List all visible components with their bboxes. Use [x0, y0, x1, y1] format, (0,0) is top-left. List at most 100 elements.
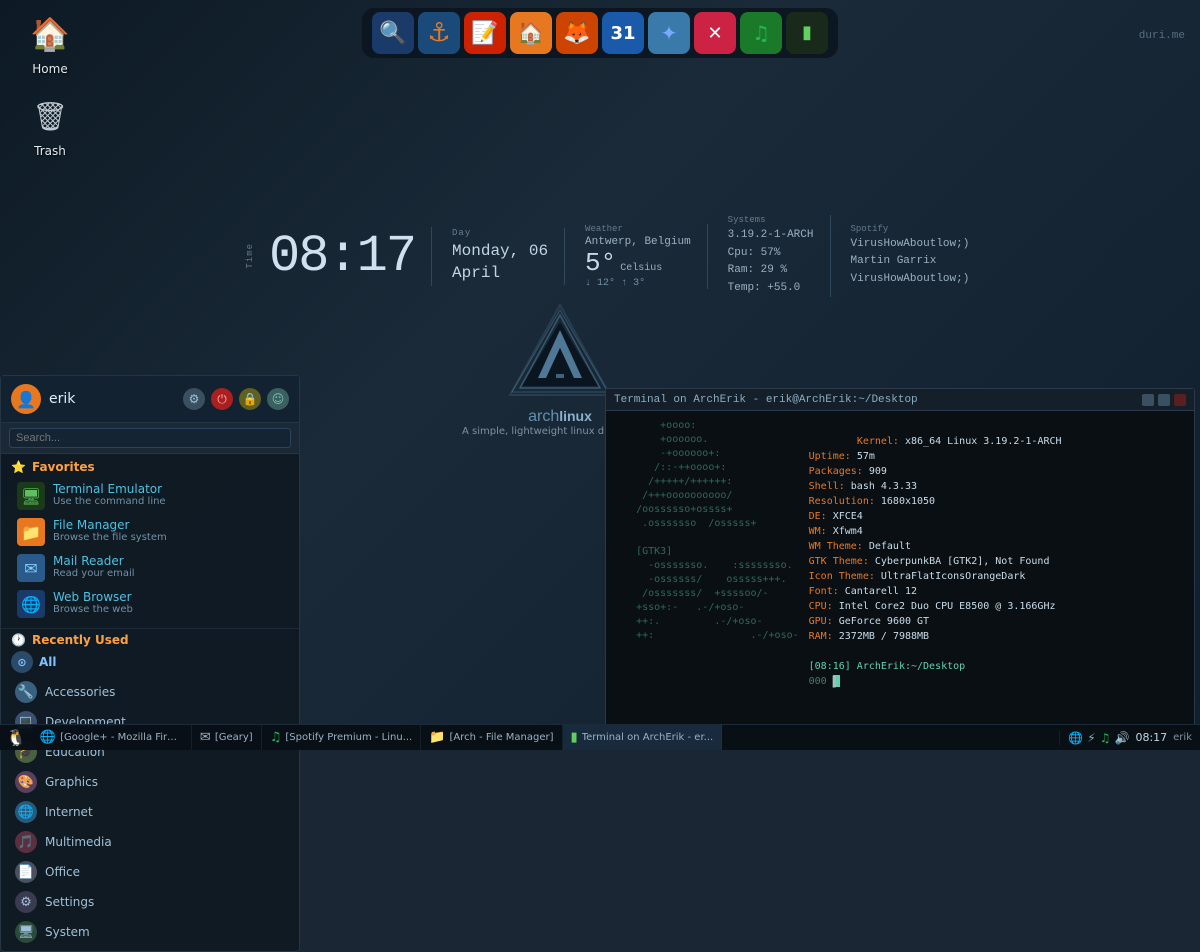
terminal-ascii-art: +oooo: +oooooo. -+oooooo+: /::-++oooo+: … [612, 415, 799, 743]
taskbar-username: erik [1173, 732, 1192, 743]
office-label: Office [45, 865, 80, 879]
filemanager-desc: Browse the file system [53, 532, 167, 543]
app-menu-logout-btn[interactable]: ⏻ [211, 388, 233, 410]
mailreader-desc: Read your email [53, 568, 135, 579]
conky-weather-label: Weather [585, 224, 623, 234]
terminal-minimize-btn[interactable] [1142, 394, 1154, 406]
cat-multimedia[interactable]: 🎵 Multimedia [11, 827, 289, 857]
start-icon: 🐧 [6, 728, 26, 747]
cat-office[interactable]: 📄 Office [11, 857, 289, 887]
app-webbrowser[interactable]: 🌐 Web Browser Browse the web [11, 586, 289, 622]
graphics-label: Graphics [45, 775, 98, 789]
tray-icon-network[interactable]: 🌐 [1068, 731, 1083, 745]
cat-graphics[interactable]: 🎨 Graphics [11, 767, 289, 797]
app-menu-lock-btn[interactable]: 🔒 [239, 388, 261, 410]
desktop: 🔍 ⚓ 📝 🏠 🦊 31 ✦ ✕ ♫ ▮ duri.me 🏠 Home 🗑 Tr… [0, 0, 1200, 750]
app-terminal[interactable]: 🖥 Terminal Emulator Use the command line [11, 478, 289, 514]
conky-spotify-label: Spotify [851, 224, 889, 234]
taskbar-start[interactable]: 🐧 [0, 728, 32, 747]
dock-app6[interactable]: ✦ [648, 12, 690, 54]
favorites-section[interactable]: ⭐ Favorites [11, 460, 289, 474]
tray-icon-spotify-tray[interactable]: ♫ [1100, 731, 1111, 745]
tray-icon-volume[interactable]: 🔊 [1115, 731, 1130, 745]
app-menu-settings-btn[interactable]: ⚙ [183, 388, 205, 410]
terminal-task-icon: ▮ [571, 730, 578, 745]
dock-calendar[interactable]: 31 [602, 12, 644, 54]
terminal-icon: 🖥 [17, 482, 45, 510]
terminal-title: Terminal on ArchErik - erik@ArchErik:~/D… [614, 394, 918, 406]
taskbar-task-spotify[interactable]: ♫ [Spotify Premium - Linu... [262, 725, 422, 750]
internet-icon: 🌐 [15, 801, 37, 823]
app-menu-close-btn[interactable]: ☺ [267, 388, 289, 410]
taskbar: 🐧 🌐 [Google+ - Mozilla Firef... ✉ [Geary… [0, 724, 1200, 750]
taskbar-task-firefox[interactable]: 🌐 [Google+ - Mozilla Firef... [32, 725, 192, 750]
desktop-icon-trash[interactable]: 🗑 Trash [10, 92, 90, 158]
terminal-controls [1142, 394, 1186, 406]
dock-app7[interactable]: ✕ [694, 12, 736, 54]
app-menu-favorites: ⭐ Favorites 🖥 Terminal Emulator Use the … [1, 454, 299, 628]
taskbar-task-terminal[interactable]: ▮ Terminal on ArchErik - er... [563, 725, 723, 750]
conky-spotify-info: VirusHowAboutlow;) Martin Garrix VirusHo… [851, 236, 970, 289]
cat-accessories[interactable]: 🔧 Accessories [11, 677, 289, 707]
geary-task-icon: ✉ [200, 730, 211, 745]
trash-label: Trash [34, 144, 66, 158]
filemanager-icon: 📁 [17, 518, 45, 546]
dock-notes[interactable]: 📝 [464, 12, 506, 54]
terminal-desc: Use the command line [53, 496, 166, 507]
app-menu-avatar: 👤 [11, 384, 41, 414]
home-icon: 🏠 [26, 10, 74, 58]
recently-used-section[interactable]: 🕐 Recently Used [11, 633, 289, 647]
webbrowser-desc: Browse the web [53, 604, 133, 615]
filemanager-task-icon: 📁 [429, 730, 445, 745]
favorites-label: Favorites [32, 460, 95, 474]
app-mailreader[interactable]: ✉ Mail Reader Read your email [11, 550, 289, 586]
desktop-icon-home[interactable]: 🏠 Home [10, 10, 90, 76]
accessories-icon: 🔧 [15, 681, 37, 703]
all-label: All [39, 655, 57, 669]
taskbar-task-geary[interactable]: ✉ [Geary] [192, 725, 262, 750]
app-menu-search-input[interactable] [9, 428, 291, 448]
system-label: System [45, 925, 90, 939]
cat-system[interactable]: 🖥 System [11, 917, 289, 947]
app-menu-header: 👤 erik ⚙ ⏻ 🔒 ☺ [1, 376, 299, 423]
multimedia-label: Multimedia [45, 835, 112, 849]
graphics-icon: 🎨 [15, 771, 37, 793]
spotify-task-label: [Spotify Premium - Linu... [285, 732, 412, 743]
terminal-info: Kernel: x86_64 Linux 3.19.2-1-ARCH Uptim… [809, 415, 1188, 743]
app-menu-icons: ⚙ ⏻ 🔒 ☺ [183, 388, 289, 410]
geary-task-label: [Geary] [215, 732, 253, 743]
taskbar-right: 🌐 ⚡ ♫ 🔊 08:17 erik [1059, 731, 1200, 745]
app-menu-categories: 🕐 Recently Used ⊙ All 🔧 Accessories 💻 De… [1, 628, 299, 951]
terminal-body: +oooo: +oooooo. -+oooooo+: /::-++oooo+: … [606, 411, 1194, 747]
all-section[interactable]: ⊙ All [11, 651, 289, 673]
app-menu-username: erik [49, 391, 75, 407]
filemanager-task-label: [Arch - File Manager] [449, 732, 553, 743]
conky-temp: 5° [585, 248, 616, 278]
mailreader-icon: ✉ [17, 554, 45, 582]
dock-firefox[interactable]: 🦊 [556, 12, 598, 54]
conky-widget: Time 08:17 Day Monday, 06 April Weather … [245, 215, 1180, 297]
dock-anchor[interactable]: ⚓ [418, 12, 460, 54]
webbrowser-icon: 🌐 [17, 590, 45, 618]
conky-date: Monday, 06 April [452, 240, 548, 285]
dock-home[interactable]: 🏠 [510, 12, 552, 54]
tray-icon-power[interactable]: ⚡ [1087, 731, 1095, 745]
watermark: duri.me [1139, 30, 1185, 42]
trash-icon: 🗑 [26, 92, 74, 140]
app-menu-search [1, 423, 299, 454]
app-filemanager[interactable]: 📁 File Manager Browse the file system [11, 514, 289, 550]
taskbar-task-filemanager[interactable]: 📁 [Arch - File Manager] [421, 725, 562, 750]
terminal-close-btn[interactable] [1174, 394, 1186, 406]
dock-terminal[interactable]: ▮ [786, 12, 828, 54]
terminal-name: Terminal Emulator [53, 482, 166, 496]
conky-sys-info: 3.19.2-1-ARCH Cpu: 57% Ram: 29 % Temp: +… [728, 227, 814, 297]
taskbar-tasks: 🌐 [Google+ - Mozilla Firef... ✉ [Geary] … [32, 725, 1059, 750]
dock-spotify[interactable]: ♫ [740, 12, 782, 54]
office-icon: 📄 [15, 861, 37, 883]
firefox-task-icon: 🌐 [40, 730, 56, 745]
webbrowser-name: Web Browser [53, 590, 133, 604]
terminal-maximize-btn[interactable] [1158, 394, 1170, 406]
dock-search[interactable]: 🔍 [372, 12, 414, 54]
cat-internet[interactable]: 🌐 Internet [11, 797, 289, 827]
cat-settings[interactable]: ⚙ Settings [11, 887, 289, 917]
